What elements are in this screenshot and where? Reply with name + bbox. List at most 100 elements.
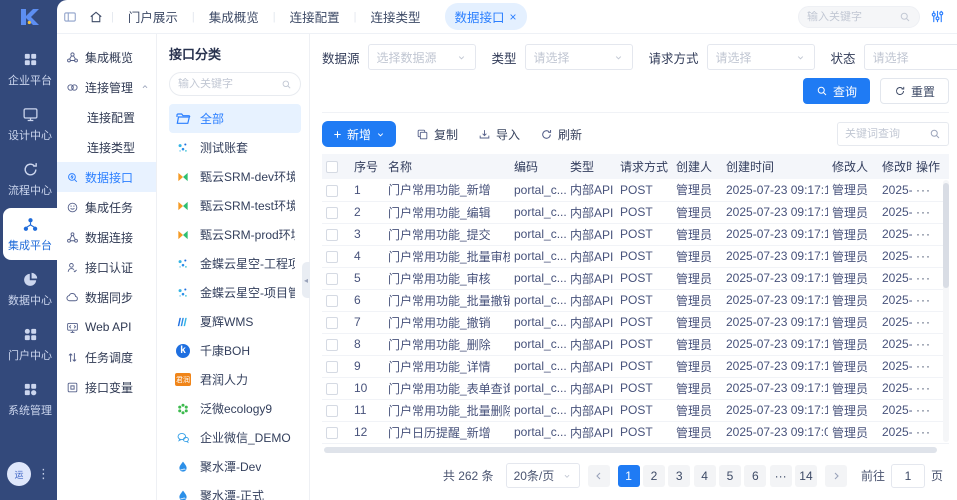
category-item[interactable]: 泛微ecology9 (169, 394, 301, 423)
page-size-select[interactable]: 20条/页 (505, 463, 580, 488)
table-row[interactable]: 12 门户日历提醒_新增 portal_c... 内部API POST 管理员 … (322, 421, 949, 444)
tab-connection-config[interactable]: 连接配置 (276, 7, 354, 26)
table-row[interactable]: 1 门户常用功能_新增 portal_c... 内部API POST 管理员 2… (322, 179, 949, 202)
row-checkbox[interactable] (326, 316, 338, 329)
horizontal-scrollbar[interactable] (324, 447, 937, 453)
query-button[interactable]: 查询 (802, 78, 870, 104)
category-item[interactable]: k 千康BOH (169, 336, 301, 365)
module-sidebar-item[interactable]: 接口认证 (57, 252, 156, 282)
table-row[interactable]: 5 门户常用功能_审核 portal_c... 内部API POST 管理员 2… (322, 267, 949, 290)
row-checkbox[interactable] (326, 426, 338, 439)
cell-name[interactable]: 门户日历提醒_新增 (384, 421, 510, 444)
tab-data-interface-active[interactable]: 数据接口 × (444, 3, 527, 30)
row-checkbox[interactable] (326, 294, 338, 307)
row-checkbox[interactable] (326, 228, 338, 241)
module-sidebar-item[interactable]: 集成概览 (57, 42, 156, 72)
app-sidebar-item[interactable]: 门户中心 (3, 318, 57, 370)
category-item[interactable]: 甄云SRM-prod环境... (169, 220, 301, 249)
col-name[interactable]: 名称 (384, 154, 510, 179)
module-sidebar-item[interactable]: 数据接口 (57, 162, 156, 192)
table-row[interactable]: 7 门户常用功能_撤销 portal_c... 内部API POST 管理员 2… (322, 311, 949, 334)
cell-name[interactable]: 门户常用功能_新增 (384, 179, 510, 202)
filter-select[interactable]: 请选择 (524, 44, 633, 70)
topbar-search-input[interactable] (807, 10, 893, 23)
app-sidebar-item[interactable]: 数据中心 (3, 263, 57, 315)
row-checkbox[interactable] (326, 360, 338, 373)
table-row[interactable]: 3 门户常用功能_提交 portal_c... 内部API POST 管理员 2… (322, 223, 949, 246)
col-created[interactable]: 创建时间 (722, 154, 828, 179)
row-checkbox[interactable] (326, 250, 338, 263)
col-creator[interactable]: 创建人 (672, 154, 722, 179)
cell-name[interactable]: 门户常用功能_表单查询 (384, 377, 510, 400)
category-item[interactable]: 企业微信_DEMO (169, 423, 301, 452)
scrollbar-thumb[interactable] (943, 183, 949, 288)
row-checkbox[interactable] (326, 382, 338, 395)
tab-integration-overview[interactable]: 集成概览 (195, 7, 273, 26)
module-sidebar-item[interactable]: 任务调度 (57, 342, 156, 372)
avatar[interactable]: 运 (7, 462, 31, 486)
module-sidebar-item[interactable]: 数据同步 (57, 282, 156, 312)
topbar-search[interactable] (798, 5, 920, 28)
cell-name[interactable]: 门户常用功能_批量撤销 (384, 289, 510, 312)
app-sidebar-item[interactable]: 设计中心 (3, 98, 57, 150)
cell-name[interactable]: 门户常用功能_撤销 (384, 311, 510, 334)
cell-name[interactable]: 门户常用功能_编辑 (384, 201, 510, 224)
module-sidebar-item[interactable]: Web API (57, 312, 156, 342)
category-item[interactable]: 甄云SRM-dev环境... (169, 162, 301, 191)
keyword-search[interactable] (837, 122, 949, 146)
module-sidebar-item[interactable]: 连接管理 (57, 72, 156, 102)
collapse-sidebar-icon[interactable] (63, 10, 77, 24)
category-item[interactable]: 君润 君润人力 (169, 365, 301, 394)
page-button[interactable]: 14 (794, 464, 817, 487)
category-item[interactable]: 金蝶云星空-工程项... (169, 249, 301, 278)
page-button[interactable]: 3 (668, 464, 691, 487)
cell-name[interactable]: 门户常用功能_批量删除 (384, 399, 510, 422)
app-sidebar-item[interactable]: 企业平台 (3, 43, 57, 95)
vertical-scrollbar[interactable] (943, 180, 949, 442)
category-item[interactable]: 夏辉WMS (169, 307, 301, 336)
add-button[interactable]: 新增 (322, 121, 397, 147)
table-row[interactable]: 13 门户日历提醒_编辑 portal_c... 内部API POST 管理员 … (322, 443, 949, 444)
refresh-button[interactable]: 刷新 (540, 126, 582, 143)
cell-name[interactable]: 门户常用功能_审核 (384, 267, 510, 290)
row-checkbox[interactable] (326, 272, 338, 285)
page-button[interactable]: 2 (642, 464, 665, 487)
category-item[interactable]: 甄云SRM-test环境... (169, 191, 301, 220)
filter-select[interactable]: 请选择 (863, 44, 957, 70)
module-sidebar-item[interactable]: 集成任务 (57, 192, 156, 222)
select-all-checkbox[interactable] (326, 161, 338, 174)
import-button[interactable]: 导入 (478, 126, 520, 143)
col-code[interactable]: 编码 (510, 154, 566, 179)
table-row[interactable]: 2 门户常用功能_编辑 portal_c... 内部API POST 管理员 2… (322, 201, 949, 224)
col-modifier[interactable]: 修改人 (828, 154, 878, 179)
page-button[interactable]: 5 (718, 464, 741, 487)
page-button[interactable]: 1 (617, 464, 640, 487)
prev-page-button[interactable] (587, 464, 610, 487)
tab-connection-type[interactable]: 连接类型 (356, 7, 434, 26)
module-sidebar-item[interactable]: 数据连接 (57, 222, 156, 252)
category-item[interactable]: 金蝶云星空-项目管... (169, 278, 301, 307)
panel-collapse-handle[interactable]: ◂ (302, 262, 310, 298)
row-checkbox[interactable] (326, 338, 338, 351)
col-method[interactable]: 请求方式 (616, 154, 672, 179)
category-search-input[interactable] (178, 78, 277, 90)
filter-select[interactable]: 请选择 (706, 44, 815, 70)
reset-button[interactable]: 重置 (879, 78, 949, 104)
table-row[interactable]: 6 门户常用功能_批量撤销 portal_c... 内部API POST 管理员… (322, 289, 949, 312)
page-ellipsis[interactable]: ··· (769, 464, 792, 487)
keyword-search-input[interactable] (845, 128, 925, 140)
next-page-button[interactable] (824, 464, 847, 487)
app-sidebar-item[interactable]: 系统管理 (3, 373, 57, 425)
cell-name[interactable]: 门户日历提醒_编辑 (384, 443, 510, 444)
category-item[interactable]: 聚水潭-Dev (169, 452, 301, 481)
table-row[interactable]: 9 门户常用功能_详情 portal_c... 内部API POST 管理员 2… (322, 355, 949, 378)
category-item[interactable]: 聚水潭-正式 (169, 481, 301, 500)
cell-name[interactable]: 门户常用功能_删除 (384, 333, 510, 356)
row-checkbox[interactable] (326, 184, 338, 197)
col-type[interactable]: 类型 (566, 154, 616, 179)
row-checkbox[interactable] (326, 404, 338, 417)
cell-name[interactable]: 门户常用功能_详情 (384, 355, 510, 378)
module-sidebar-item[interactable]: 连接配置 (57, 102, 156, 132)
close-icon[interactable]: × (510, 10, 517, 24)
category-item[interactable]: 测试账套 (169, 133, 301, 162)
